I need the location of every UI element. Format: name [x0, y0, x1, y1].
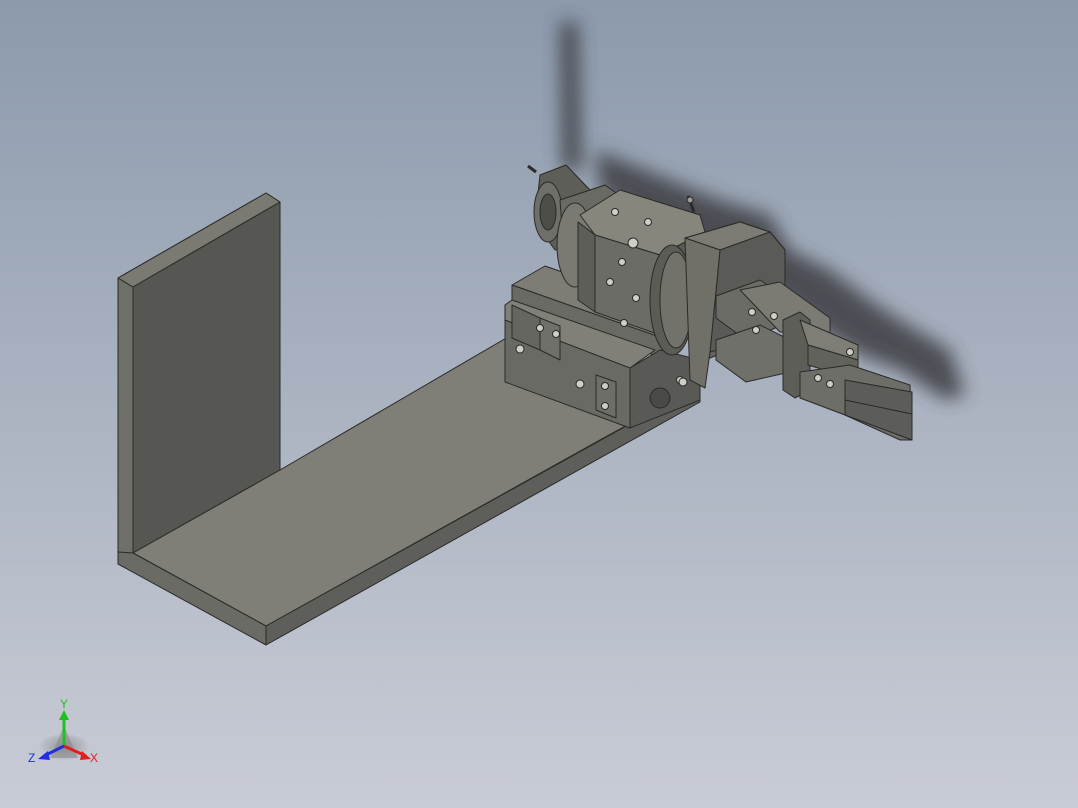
screw-hole [627, 237, 639, 249]
screw-hole [814, 374, 822, 382]
port-hole [649, 387, 671, 409]
x-axis-label: X [90, 751, 98, 765]
screw-hole [618, 258, 626, 266]
screw-hole [632, 294, 640, 302]
vertical-plate-edge [117, 277, 134, 561]
z-axis-label: Z [28, 751, 35, 765]
cad-graphics-viewport[interactable]: Y X Z [0, 0, 1078, 808]
screw-hole [748, 308, 756, 316]
screw-hole [552, 330, 560, 338]
screw-hole [644, 218, 652, 226]
screw-hole [601, 382, 609, 390]
screw-hole [826, 380, 834, 388]
screw-hole [611, 208, 619, 216]
screw-hole [536, 324, 544, 332]
screw-hole [620, 319, 628, 327]
screw-hole [752, 326, 760, 334]
model-scene[interactable]: Y X Z [0, 0, 1078, 808]
screw-hole [515, 344, 525, 354]
screw-hole [846, 348, 854, 356]
screw-hole [770, 312, 778, 320]
screw-hole [601, 402, 609, 410]
screw-hole [606, 278, 614, 286]
screw-hole [575, 379, 585, 389]
y-axis-label: Y [60, 697, 68, 711]
